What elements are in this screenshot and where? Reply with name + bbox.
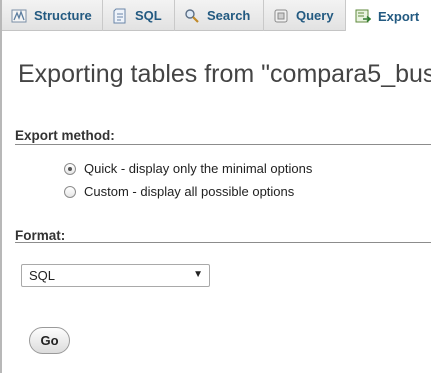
sql-icon [112, 8, 128, 24]
page-title: Exporting tables from "compara5_bus [18, 60, 431, 88]
export-method-divider [15, 144, 431, 145]
tab-bar: Structure SQL Search Query Export [2, 0, 431, 32]
tab-structure-label: Structure [34, 8, 92, 23]
export-method-custom-option[interactable]: Custom - display all possible options [64, 184, 294, 199]
title-area: Exporting tables from "compara5_bus [0, 50, 431, 100]
tab-sql-label: SQL [135, 8, 162, 23]
format-divider [15, 242, 431, 243]
tab-search[interactable]: Search [175, 0, 264, 31]
tab-structure[interactable]: Structure [2, 0, 103, 31]
format-select[interactable]: SQL ▼ [21, 264, 210, 287]
quick-option-label: Quick - display only the minimal options [84, 161, 313, 176]
export-method-quick-option[interactable]: Quick - display only the minimal options [64, 161, 312, 176]
go-button[interactable]: Go [29, 327, 70, 354]
export-icon [355, 8, 372, 24]
custom-option-label: Custom - display all possible options [84, 184, 295, 199]
dropdown-arrow-icon: ▼ [193, 269, 203, 280]
tab-query-label: Query [296, 8, 334, 23]
format-selected-value: SQL [29, 268, 56, 283]
tab-sql[interactable]: SQL [103, 0, 175, 31]
tab-export[interactable]: Export [346, 0, 431, 32]
tab-query[interactable]: Query [264, 0, 346, 31]
query-icon [273, 8, 289, 24]
search-icon [184, 8, 200, 24]
custom-radio[interactable] [64, 185, 76, 198]
quick-radio[interactable] [64, 162, 76, 175]
structure-icon [11, 8, 27, 24]
format-legend: Format: [15, 228, 66, 243]
tab-search-label: Search [207, 8, 251, 23]
tab-export-label: Export [378, 8, 420, 24]
export-method-legend: Export method: [15, 128, 115, 143]
